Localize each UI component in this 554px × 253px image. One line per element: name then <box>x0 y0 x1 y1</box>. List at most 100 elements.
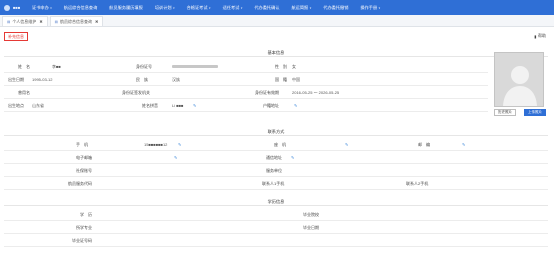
book-icon: ▮ <box>534 33 537 39</box>
tab-label: 航员综合信息查询 <box>59 18 92 24</box>
avatar-placeholder-icon <box>495 53 543 106</box>
field-label: 户籍地址 <box>263 103 279 108</box>
chevron-down-icon: ▾ <box>378 5 381 10</box>
field-label: 学 历 <box>80 212 92 217</box>
edit-icon[interactable]: ✎ <box>193 99 196 112</box>
field-value: 李■■ <box>52 64 61 69</box>
field-label: 邮 编 <box>418 142 430 147</box>
field-label: 服务单位 <box>266 168 282 173</box>
nav-item-label: 培训计划 <box>154 4 172 10</box>
brand-name: ■■■ <box>13 5 21 10</box>
page-icon: ▤ <box>7 19 11 24</box>
field-label: 所学专业 <box>76 225 92 230</box>
nav-item-cert[interactable]: 证书申办 ▾ <box>26 5 58 11</box>
field-label: 身份证签发机关 <box>122 90 150 95</box>
nav-item-training[interactable]: 培训计划 ▾ <box>149 5 181 11</box>
table-row: 学 历 毕业院校 <box>4 208 548 221</box>
nav-item-service-record[interactable]: 航员服务履历填报 <box>103 5 149 11</box>
nav-item-delegate-revoke[interactable]: 代办委托撤销 <box>317 5 354 11</box>
field-value: 15■■■■■■12 <box>144 142 168 147</box>
supplement-info-button[interactable]: 补充信息 <box>4 32 28 41</box>
table-row: 出生日期 1995-03-12 民 族 汉族 国 籍 中国 <box>4 73 488 86</box>
field-value: 1995-03-12 <box>32 77 53 82</box>
nav-item-delegate-confirm[interactable]: 代办委托确认 <box>248 5 285 11</box>
field-value: 2016-05-25 ～ 2026-05-25 <box>292 90 340 95</box>
chevron-down-icon: ▾ <box>240 5 243 10</box>
nav-item-qualification-exam[interactable]: 合格证考试 ▾ <box>181 5 217 11</box>
contact-title: 联系方式 <box>4 128 548 136</box>
page-icon: ▤ <box>54 19 58 24</box>
field-label: 民 族 <box>136 77 148 82</box>
help-label: 帮助 <box>538 33 546 38</box>
table-row: 手 机 15■■■■■■12 ✎ 座 机 ✎ 邮 编 ✎ <box>4 138 548 151</box>
field-label: 身份证号 <box>136 64 152 69</box>
field-label: 姓名拼音 <box>142 103 158 108</box>
chevron-down-icon: ▾ <box>309 5 312 10</box>
nav-item-query[interactable]: 航运综合信息查询 <box>58 5 104 11</box>
logo-icon <box>4 4 10 11</box>
help-button[interactable]: ▮ 帮助 <box>534 33 546 39</box>
table-row: 毕业证号码 <box>4 234 548 247</box>
tab-crew-query[interactable]: ▤ 航员综合信息查询 ✖ <box>49 16 104 26</box>
table-row: 航员服务代码 联系人1手机 联系人2手机 <box>4 177 548 190</box>
nav-item-label: 操作手册 <box>360 4 378 10</box>
field-label: 曾用名 <box>18 90 30 95</box>
tab-personal-info[interactable]: ▤ 个人信息维护 ✖ <box>2 16 48 26</box>
table-row: 姓 名 李■■ 身份证号 性 别 女 <box>4 60 488 73</box>
nav-item-label: 证书申办 <box>32 4 49 10</box>
field-label: 出生地点 <box>8 103 24 108</box>
close-icon[interactable]: ✖ <box>95 19 98 24</box>
chevron-down-icon: ▾ <box>173 5 175 10</box>
photo-actions: 历史照片 上传照片 <box>494 109 546 117</box>
basic-info-title: 基本信息 <box>4 49 548 57</box>
toolbar: 补充信息 ▮ 帮助 <box>0 30 554 43</box>
field-label: 姓 名 <box>18 64 30 69</box>
field-label: 国 籍 <box>275 77 287 82</box>
upload-photo-button[interactable]: 上传照片 <box>524 109 546 116</box>
field-label: 通信地址 <box>266 155 282 160</box>
edit-icon[interactable]: ✎ <box>462 138 465 151</box>
field-label: 出生日期 <box>8 77 24 82</box>
field-label: 航员服务代码 <box>68 181 92 186</box>
nav-item-competency-exam[interactable]: 适任考试 ▾ <box>217 5 249 11</box>
nav-menu: 证书申办 ▾ 航运综合信息查询 航员服务履历填报 培训计划 ▾ 合格证考试 ▾ 适任考… <box>26 0 386 15</box>
table-row: 社保账号 服务单位 <box>4 164 548 177</box>
table-row: 电子邮箱 ✎ 通信地址 ✎ <box>4 151 548 164</box>
edit-icon[interactable]: ✎ <box>174 151 177 164</box>
nav-item-label: 适任考试 <box>222 4 240 10</box>
nav-item-label: 航运综合信息查询 <box>63 4 98 10</box>
chevron-down-icon: ▾ <box>209 5 211 10</box>
nav-item-label: 航运简报 <box>291 4 309 10</box>
nav-item-bulletin[interactable]: 航运简报 ▾ <box>285 5 317 11</box>
field-label: 身份证有效期 <box>255 90 279 95</box>
edit-icon[interactable]: ✎ <box>291 151 294 164</box>
id-number-redacted <box>172 60 218 73</box>
table-row: 出生地点 山东省 姓名拼音 Li ■■■ ✎ 户籍地址 ✎ <box>4 99 488 112</box>
edit-icon[interactable]: ✎ <box>178 138 181 151</box>
brand[interactable]: ■■■ <box>0 0 26 15</box>
field-value: 女 <box>292 64 296 69</box>
field-label: 座 机 <box>274 142 286 147</box>
close-icon[interactable]: ✖ <box>39 19 42 24</box>
profile-photo <box>494 52 544 107</box>
field-label: 毕业院校 <box>303 212 319 217</box>
history-photo-button[interactable]: 历史照片 <box>494 109 516 116</box>
edit-icon[interactable]: ✎ <box>345 138 348 151</box>
chevron-down-icon: ▾ <box>50 5 52 10</box>
field-label: 毕业证号码 <box>72 238 92 243</box>
field-label: 毕业日期 <box>303 225 319 230</box>
table-row: 所学专业 毕业日期 <box>4 221 548 234</box>
field-value: 中国 <box>292 77 300 82</box>
top-navigation: ■■■ 证书申办 ▾ 航运综合信息查询 航员服务履历填报 培训计划 ▾ 合格证考试 ▾… <box>0 0 554 15</box>
field-value: 山东省 <box>32 103 44 108</box>
education-title: 学历信息 <box>4 198 548 206</box>
field-value: Li ■■■ <box>172 103 184 108</box>
tab-label: 个人信息维护 <box>12 18 37 24</box>
field-label: 联系人2手机 <box>406 181 429 186</box>
field-label: 性 别 <box>275 64 287 69</box>
field-label: 社保账号 <box>76 168 92 173</box>
edit-icon[interactable]: ✎ <box>294 99 297 112</box>
nav-item-manual[interactable]: 操作手册 ▾ <box>354 5 386 11</box>
nav-item-label: 代办委托撤销 <box>323 4 349 10</box>
field-label: 手 机 <box>76 142 88 147</box>
